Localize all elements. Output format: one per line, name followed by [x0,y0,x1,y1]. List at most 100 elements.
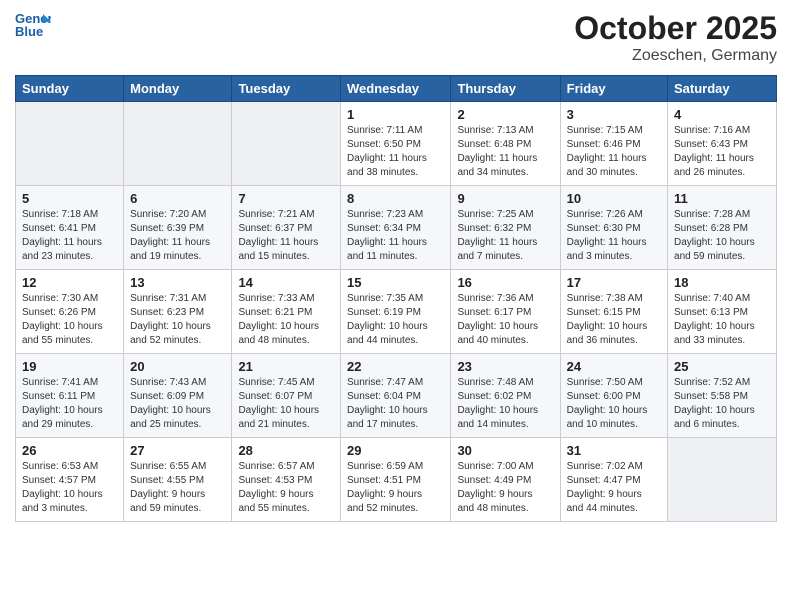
day-info: Sunrise: 7:35 AM Sunset: 6:19 PM Dayligh… [347,292,444,348]
day-number: 23 [457,359,553,374]
day-info: Sunrise: 7:52 AM Sunset: 5:58 PM Dayligh… [674,376,770,432]
week-row-4: 26 Sunrise: 6:53 AM Sunset: 4:57 PM Dayli… [16,438,777,522]
day-info: Sunrise: 7:43 AM Sunset: 6:09 PM Dayligh… [130,376,225,432]
day-info: Sunrise: 6:57 AM Sunset: 4:53 PM Dayligh… [238,460,334,516]
day-info: Sunrise: 7:41 AM Sunset: 6:11 PM Dayligh… [22,376,117,432]
day-number: 25 [674,359,770,374]
day-info: Sunrise: 7:15 AM Sunset: 6:46 PM Dayligh… [567,124,661,180]
weekday-header-monday: Monday [124,76,232,102]
header: General Blue October 2025 Zoeschen, Germ… [15,10,777,65]
day-number: 13 [130,275,225,290]
calendar-cell: 15 Sunrise: 7:35 AM Sunset: 6:19 PM Dayli… [341,270,451,354]
day-number: 21 [238,359,334,374]
day-number: 10 [567,191,661,206]
day-number: 11 [674,191,770,206]
day-info: Sunrise: 7:00 AM Sunset: 4:49 PM Dayligh… [457,460,553,516]
month-title: October 2025 [574,10,777,47]
week-row-1: 5 Sunrise: 7:18 AM Sunset: 6:41 PM Daylig… [16,186,777,270]
day-info: Sunrise: 7:21 AM Sunset: 6:37 PM Dayligh… [238,208,334,264]
day-info: Sunrise: 7:40 AM Sunset: 6:13 PM Dayligh… [674,292,770,348]
logo-icon: General Blue [15,10,51,38]
calendar-cell: 4Sunrise: 7:16 AM Sunset: 6:43 PM Daylig… [668,102,777,186]
calendar-cell [232,102,341,186]
calendar-cell [124,102,232,186]
weekday-header-tuesday: Tuesday [232,76,341,102]
location-title: Zoeschen, Germany [574,47,777,65]
weekday-header-row: SundayMondayTuesdayWednesdayThursdayFrid… [16,76,777,102]
calendar: SundayMondayTuesdayWednesdayThursdayFrid… [15,75,777,522]
weekday-header-friday: Friday [560,76,667,102]
day-number: 24 [567,359,661,374]
day-info: Sunrise: 7:25 AM Sunset: 6:32 PM Dayligh… [457,208,553,264]
calendar-cell: 7 Sunrise: 7:21 AM Sunset: 6:37 PM Daylig… [232,186,341,270]
day-number: 9 [457,191,553,206]
calendar-cell: 28Sunrise: 6:57 AM Sunset: 4:53 PM Dayli… [232,438,341,522]
day-number: 5 [22,191,117,206]
day-number: 15 [347,275,444,290]
day-number: 7 [238,191,334,206]
week-row-0: 1 Sunrise: 7:11 AM Sunset: 6:50 PM Daylig… [16,102,777,186]
day-info: Sunrise: 7:02 AM Sunset: 4:47 PM Dayligh… [567,460,661,516]
day-number: 26 [22,443,117,458]
calendar-cell [16,102,124,186]
calendar-cell: 25 Sunrise: 7:52 AM Sunset: 5:58 PM Dayli… [668,354,777,438]
day-number: 19 [22,359,117,374]
calendar-cell: 3 Sunrise: 7:15 AM Sunset: 6:46 PM Daylig… [560,102,667,186]
calendar-cell: 14 Sunrise: 7:33 AM Sunset: 6:21 PM Dayli… [232,270,341,354]
day-info: Sunrise: 7:47 AM Sunset: 6:04 PM Dayligh… [347,376,444,432]
calendar-cell: 10 Sunrise: 7:26 AM Sunset: 6:30 PM Dayli… [560,186,667,270]
calendar-cell: 5 Sunrise: 7:18 AM Sunset: 6:41 PM Daylig… [16,186,124,270]
day-info: Sunrise: 6:55 AM Sunset: 4:55 PM Dayligh… [130,460,225,516]
day-number: 3 [567,107,661,122]
day-number: 8 [347,191,444,206]
day-number: 29 [347,443,444,458]
calendar-cell: 30 Sunrise: 7:00 AM Sunset: 4:49 PM Dayli… [451,438,560,522]
day-info: Sunrise: 7:11 AM Sunset: 6:50 PM Dayligh… [347,124,444,180]
day-number: 20 [130,359,225,374]
logo: General Blue [15,10,51,38]
calendar-cell: 20 Sunrise: 7:43 AM Sunset: 6:09 PM Dayli… [124,354,232,438]
week-row-3: 19 Sunrise: 7:41 AM Sunset: 6:11 PM Dayli… [16,354,777,438]
week-row-2: 12 Sunrise: 7:30 AM Sunset: 6:26 PM Dayli… [16,270,777,354]
calendar-cell: 27 Sunrise: 6:55 AM Sunset: 4:55 PM Dayli… [124,438,232,522]
day-info: Sunrise: 7:38 AM Sunset: 6:15 PM Dayligh… [567,292,661,348]
day-number: 16 [457,275,553,290]
weekday-header-sunday: Sunday [16,76,124,102]
day-info: Sunrise: 6:59 AM Sunset: 4:51 PM Dayligh… [347,460,444,516]
day-number: 12 [22,275,117,290]
calendar-cell: 11Sunrise: 7:28 AM Sunset: 6:28 PM Dayli… [668,186,777,270]
calendar-cell: 12 Sunrise: 7:30 AM Sunset: 6:26 PM Dayli… [16,270,124,354]
day-info: Sunrise: 7:45 AM Sunset: 6:07 PM Dayligh… [238,376,334,432]
day-info: Sunrise: 7:30 AM Sunset: 6:26 PM Dayligh… [22,292,117,348]
calendar-cell: 19 Sunrise: 7:41 AM Sunset: 6:11 PM Dayli… [16,354,124,438]
day-info: Sunrise: 7:50 AM Sunset: 6:00 PM Dayligh… [567,376,661,432]
page: General Blue October 2025 Zoeschen, Germ… [0,0,792,532]
weekday-header-wednesday: Wednesday [341,76,451,102]
day-number: 6 [130,191,225,206]
day-info: Sunrise: 7:23 AM Sunset: 6:34 PM Dayligh… [347,208,444,264]
day-info: Sunrise: 7:13 AM Sunset: 6:48 PM Dayligh… [457,124,553,180]
day-number: 30 [457,443,553,458]
calendar-cell [668,438,777,522]
day-info: Sunrise: 7:18 AM Sunset: 6:41 PM Dayligh… [22,208,117,264]
day-number: 18 [674,275,770,290]
title-block: October 2025 Zoeschen, Germany [574,10,777,65]
day-number: 31 [567,443,661,458]
day-info: Sunrise: 7:36 AM Sunset: 6:17 PM Dayligh… [457,292,553,348]
calendar-cell: 16 Sunrise: 7:36 AM Sunset: 6:17 PM Dayli… [451,270,560,354]
day-number: 2 [457,107,553,122]
day-info: Sunrise: 7:26 AM Sunset: 6:30 PM Dayligh… [567,208,661,264]
day-info: Sunrise: 6:53 AM Sunset: 4:57 PM Dayligh… [22,460,117,516]
day-number: 27 [130,443,225,458]
day-info: Sunrise: 7:20 AM Sunset: 6:39 PM Dayligh… [130,208,225,264]
day-number: 14 [238,275,334,290]
day-number: 1 [347,107,444,122]
calendar-cell: 6 Sunrise: 7:20 AM Sunset: 6:39 PM Daylig… [124,186,232,270]
calendar-cell: 31 Sunrise: 7:02 AM Sunset: 4:47 PM Dayli… [560,438,667,522]
day-info: Sunrise: 7:31 AM Sunset: 6:23 PM Dayligh… [130,292,225,348]
calendar-cell: 23Sunrise: 7:48 AM Sunset: 6:02 PM Dayli… [451,354,560,438]
day-info: Sunrise: 7:33 AM Sunset: 6:21 PM Dayligh… [238,292,334,348]
calendar-cell: 21 Sunrise: 7:45 AM Sunset: 6:07 PM Dayli… [232,354,341,438]
day-number: 22 [347,359,444,374]
day-info: Sunrise: 7:16 AM Sunset: 6:43 PM Dayligh… [674,124,770,180]
